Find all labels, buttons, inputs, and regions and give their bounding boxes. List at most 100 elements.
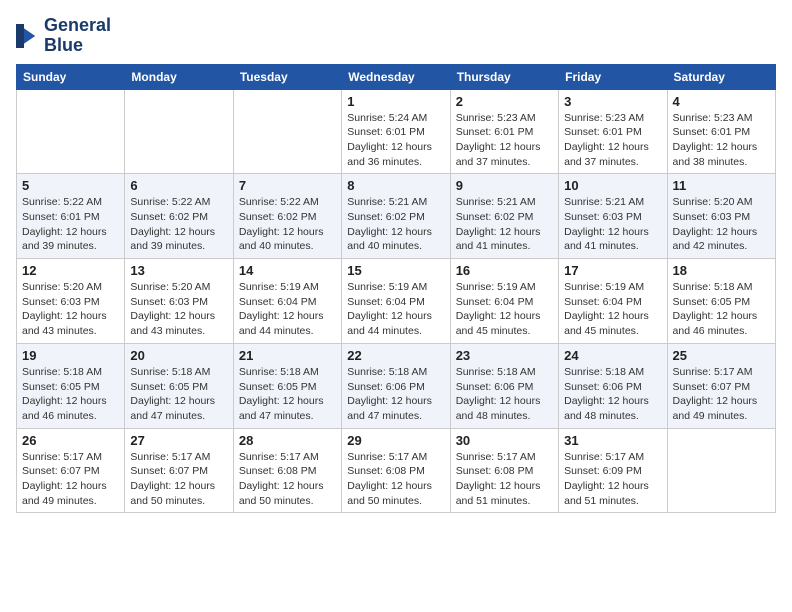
calendar-week-row: 19 Sunrise: 5:18 AM Sunset: 6:05 PM Dayli…: [17, 343, 776, 428]
day-number: 19: [22, 348, 119, 363]
calendar-cell: 13 Sunrise: 5:20 AM Sunset: 6:03 PM Dayli…: [125, 259, 233, 344]
column-header-saturday: Saturday: [667, 64, 775, 89]
calendar-cell: 2Sunrise: 5:23 AM Sunset: 6:01 PM Daylig…: [450, 89, 558, 174]
calendar-week-row: 26 Sunrise: 5:17 AM Sunset: 6:07 PM Dayli…: [17, 428, 776, 513]
day-info: Sunrise: 5:18 AM Sunset: 6:06 PM Dayligh…: [564, 365, 661, 424]
calendar-cell: 11 Sunrise: 5:20 AM Sunset: 6:03 PM Dayli…: [667, 174, 775, 259]
day-number: 30: [456, 433, 553, 448]
day-info: Sunrise: 5:17 AM Sunset: 6:08 PM Dayligh…: [239, 450, 336, 509]
calendar-cell: 26 Sunrise: 5:17 AM Sunset: 6:07 PM Dayli…: [17, 428, 125, 513]
day-number: 15: [347, 263, 444, 278]
calendar-cell: 15 Sunrise: 5:19 AM Sunset: 6:04 PM Dayli…: [342, 259, 450, 344]
calendar-cell: 18 Sunrise: 5:18 AM Sunset: 6:05 PM Dayli…: [667, 259, 775, 344]
calendar-week-row: 12 Sunrise: 5:20 AM Sunset: 6:03 PM Dayli…: [17, 259, 776, 344]
column-header-wednesday: Wednesday: [342, 64, 450, 89]
day-info: Sunrise: 5:23 AM Sunset: 6:01 PM Dayligh…: [673, 111, 770, 170]
day-info: Sunrise: 5:21 AM Sunset: 6:03 PM Dayligh…: [564, 195, 661, 254]
day-info: Sunrise: 5:19 AM Sunset: 6:04 PM Dayligh…: [564, 280, 661, 339]
calendar-cell: [125, 89, 233, 174]
day-info: Sunrise: 5:17 AM Sunset: 6:09 PM Dayligh…: [564, 450, 661, 509]
calendar-cell: 20 Sunrise: 5:18 AM Sunset: 6:05 PM Dayli…: [125, 343, 233, 428]
page-header: General Blue: [16, 16, 776, 56]
day-number: 10: [564, 178, 661, 193]
calendar-header-row: SundayMondayTuesdayWednesdayThursdayFrid…: [17, 64, 776, 89]
day-info: Sunrise: 5:24 AM Sunset: 6:01 PM Dayligh…: [347, 111, 444, 170]
calendar-cell: 31Sunrise: 5:17 AM Sunset: 6:09 PM Dayli…: [559, 428, 667, 513]
calendar-cell: 19 Sunrise: 5:18 AM Sunset: 6:05 PM Dayli…: [17, 343, 125, 428]
calendar-cell: [233, 89, 341, 174]
day-info: Sunrise: 5:18 AM Sunset: 6:05 PM Dayligh…: [130, 365, 227, 424]
column-header-friday: Friday: [559, 64, 667, 89]
day-info: Sunrise: 5:20 AM Sunset: 6:03 PM Dayligh…: [22, 280, 119, 339]
day-number: 25: [673, 348, 770, 363]
calendar-cell: 16 Sunrise: 5:19 AM Sunset: 6:04 PM Dayli…: [450, 259, 558, 344]
calendar-cell: 28 Sunrise: 5:17 AM Sunset: 6:08 PM Dayli…: [233, 428, 341, 513]
calendar-cell: 27 Sunrise: 5:17 AM Sunset: 6:07 PM Dayli…: [125, 428, 233, 513]
day-number: 9: [456, 178, 553, 193]
day-number: 2: [456, 94, 553, 109]
day-info: Sunrise: 5:17 AM Sunset: 6:08 PM Dayligh…: [347, 450, 444, 509]
day-info: Sunrise: 5:20 AM Sunset: 6:03 PM Dayligh…: [673, 195, 770, 254]
calendar-cell: 29Sunrise: 5:17 AM Sunset: 6:08 PM Dayli…: [342, 428, 450, 513]
logo-icon: [16, 24, 40, 48]
day-number: 4: [673, 94, 770, 109]
day-info: Sunrise: 5:20 AM Sunset: 6:03 PM Dayligh…: [130, 280, 227, 339]
day-info: Sunrise: 5:22 AM Sunset: 6:01 PM Dayligh…: [22, 195, 119, 254]
calendar-cell: 21 Sunrise: 5:18 AM Sunset: 6:05 PM Dayli…: [233, 343, 341, 428]
day-number: 12: [22, 263, 119, 278]
day-number: 6: [130, 178, 227, 193]
day-info: Sunrise: 5:17 AM Sunset: 6:07 PM Dayligh…: [673, 365, 770, 424]
column-header-tuesday: Tuesday: [233, 64, 341, 89]
day-number: 13: [130, 263, 227, 278]
calendar-cell: 10 Sunrise: 5:21 AM Sunset: 6:03 PM Dayli…: [559, 174, 667, 259]
day-info: Sunrise: 5:17 AM Sunset: 6:07 PM Dayligh…: [130, 450, 227, 509]
day-number: 7: [239, 178, 336, 193]
calendar-cell: 7Sunrise: 5:22 AM Sunset: 6:02 PM Daylig…: [233, 174, 341, 259]
calendar-cell: 12 Sunrise: 5:20 AM Sunset: 6:03 PM Dayli…: [17, 259, 125, 344]
calendar-cell: 25 Sunrise: 5:17 AM Sunset: 6:07 PM Dayli…: [667, 343, 775, 428]
day-number: 8: [347, 178, 444, 193]
day-number: 21: [239, 348, 336, 363]
logo-text: General Blue: [44, 16, 111, 56]
day-info: Sunrise: 5:22 AM Sunset: 6:02 PM Dayligh…: [130, 195, 227, 254]
calendar-cell: 6 Sunrise: 5:22 AM Sunset: 6:02 PM Daylig…: [125, 174, 233, 259]
day-info: Sunrise: 5:19 AM Sunset: 6:04 PM Dayligh…: [347, 280, 444, 339]
column-header-monday: Monday: [125, 64, 233, 89]
day-info: Sunrise: 5:18 AM Sunset: 6:05 PM Dayligh…: [22, 365, 119, 424]
calendar-cell: 5 Sunrise: 5:22 AM Sunset: 6:01 PM Daylig…: [17, 174, 125, 259]
day-number: 5: [22, 178, 119, 193]
calendar-cell: 24Sunrise: 5:18 AM Sunset: 6:06 PM Dayli…: [559, 343, 667, 428]
day-number: 16: [456, 263, 553, 278]
day-info: Sunrise: 5:18 AM Sunset: 6:05 PM Dayligh…: [239, 365, 336, 424]
day-number: 18: [673, 263, 770, 278]
calendar-cell: 9 Sunrise: 5:21 AM Sunset: 6:02 PM Daylig…: [450, 174, 558, 259]
logo: General Blue: [16, 16, 111, 56]
day-info: Sunrise: 5:17 AM Sunset: 6:07 PM Dayligh…: [22, 450, 119, 509]
calendar-cell: 4 Sunrise: 5:23 AM Sunset: 6:01 PM Daylig…: [667, 89, 775, 174]
day-info: Sunrise: 5:18 AM Sunset: 6:05 PM Dayligh…: [673, 280, 770, 339]
day-number: 22: [347, 348, 444, 363]
day-info: Sunrise: 5:23 AM Sunset: 6:01 PM Dayligh…: [564, 111, 661, 170]
column-header-sunday: Sunday: [17, 64, 125, 89]
day-info: Sunrise: 5:18 AM Sunset: 6:06 PM Dayligh…: [347, 365, 444, 424]
day-number: 27: [130, 433, 227, 448]
calendar-cell: 1Sunrise: 5:24 AM Sunset: 6:01 PM Daylig…: [342, 89, 450, 174]
day-number: 17: [564, 263, 661, 278]
day-info: Sunrise: 5:18 AM Sunset: 6:06 PM Dayligh…: [456, 365, 553, 424]
day-number: 23: [456, 348, 553, 363]
calendar-cell: 23 Sunrise: 5:18 AM Sunset: 6:06 PM Dayli…: [450, 343, 558, 428]
day-number: 3: [564, 94, 661, 109]
calendar-table: SundayMondayTuesdayWednesdayThursdayFrid…: [16, 64, 776, 514]
day-number: 20: [130, 348, 227, 363]
day-number: 11: [673, 178, 770, 193]
calendar-cell: 3 Sunrise: 5:23 AM Sunset: 6:01 PM Daylig…: [559, 89, 667, 174]
day-info: Sunrise: 5:19 AM Sunset: 6:04 PM Dayligh…: [456, 280, 553, 339]
calendar-cell: 8 Sunrise: 5:21 AM Sunset: 6:02 PM Daylig…: [342, 174, 450, 259]
calendar-cell: [667, 428, 775, 513]
day-info: Sunrise: 5:21 AM Sunset: 6:02 PM Dayligh…: [456, 195, 553, 254]
day-info: Sunrise: 5:19 AM Sunset: 6:04 PM Dayligh…: [239, 280, 336, 339]
day-info: Sunrise: 5:21 AM Sunset: 6:02 PM Dayligh…: [347, 195, 444, 254]
day-number: 26: [22, 433, 119, 448]
column-header-thursday: Thursday: [450, 64, 558, 89]
day-number: 28: [239, 433, 336, 448]
